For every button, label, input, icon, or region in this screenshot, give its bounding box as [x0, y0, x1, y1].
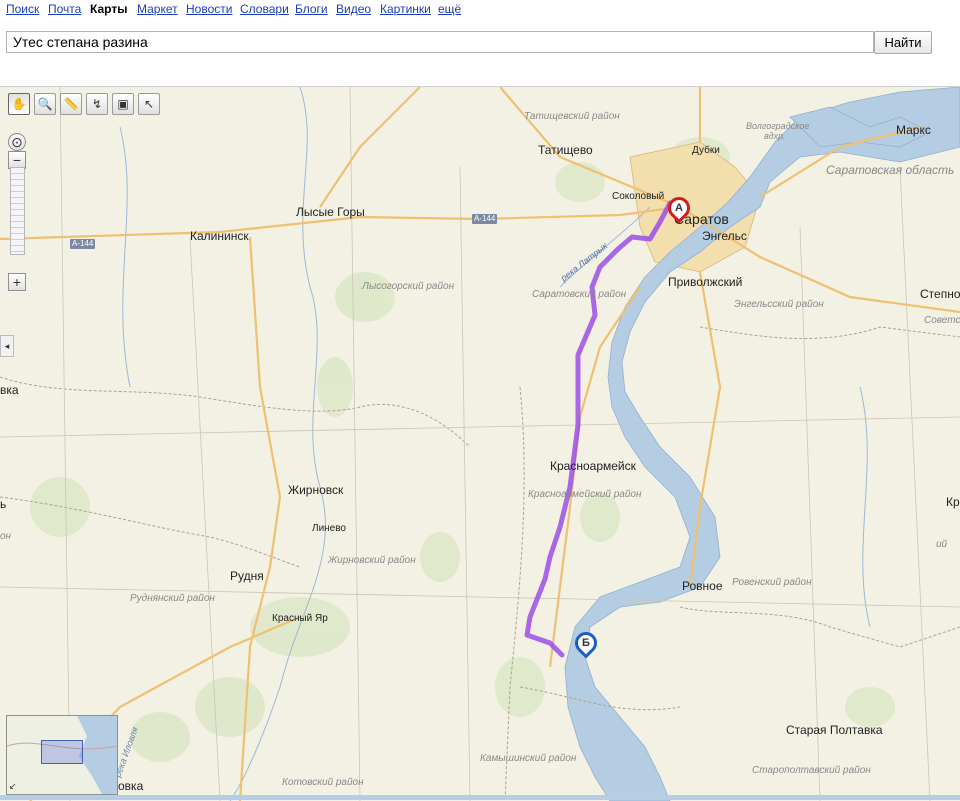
search-input[interactable] — [6, 31, 874, 53]
marker-b-label: Б — [582, 637, 590, 649]
region-label: Энгельсский район — [734, 299, 824, 310]
minimap-viewport-frame[interactable] — [41, 740, 83, 764]
region-label: Лысогорский район — [362, 281, 455, 292]
city-label: Красноармейск — [550, 459, 636, 473]
marker-a-label: А — [675, 202, 683, 214]
map-view[interactable]: Татищево Дубки Маркс Соколовый Саратов Э… — [0, 86, 960, 801]
city-label: Лысые Горы — [296, 205, 365, 219]
city-label: Рудня — [230, 569, 264, 583]
region-label: Волгоградское — [746, 121, 810, 131]
region-label: Руднянский район — [130, 593, 215, 604]
city-label: Энгельс — [702, 229, 747, 243]
city-label: Степно — [920, 287, 960, 301]
city-label: Старая Полтавка — [786, 723, 883, 737]
city-label: Соколовый — [612, 191, 665, 202]
traffic-tool-icon[interactable]: ▣ — [112, 93, 134, 115]
road-badge: A-144 — [70, 239, 96, 249]
nav-video[interactable]: Видео — [336, 2, 371, 16]
ruler-tool-icon[interactable]: 📏 — [60, 93, 82, 115]
road-badge: A-144 — [472, 214, 498, 224]
region-label: Котовский район — [282, 777, 364, 788]
city-label: Калининск — [190, 229, 249, 243]
region-label: Жирновский район — [328, 555, 416, 566]
region-label: ий — [936, 539, 948, 550]
nav-images[interactable]: Картинки — [380, 2, 431, 16]
city-label: Кр — [946, 495, 960, 509]
nav-maps[interactable]: Карты — [90, 2, 127, 16]
region-label: Ровенский район — [732, 577, 812, 588]
city-label: ь — [0, 497, 7, 511]
nav-more[interactable]: ещё — [438, 2, 461, 16]
map-canvas[interactable] — [0, 87, 960, 801]
region-label: Старополтавский район — [752, 765, 871, 776]
zoom-in-button[interactable]: + — [8, 273, 26, 291]
collapse-panel-icon[interactable]: ◂ — [0, 335, 14, 357]
city-label: Линево — [312, 523, 346, 534]
route-tool-icon[interactable]: ↯ — [86, 93, 108, 115]
top-navigation: Поиск Почта Карты Маркет Новости Словари… — [0, 0, 960, 22]
region-label: Камышинский район — [480, 753, 577, 764]
city-label: овка — [118, 779, 144, 793]
minimap-toggle-icon[interactable]: ↙ — [9, 781, 17, 792]
city-label: вка — [0, 383, 19, 397]
overview-minimap[interactable]: ↙ — [6, 715, 118, 795]
nav-dictionaries[interactable]: Словари — [240, 2, 289, 16]
locate-icon[interactable]: ⊙ — [8, 133, 26, 151]
city-label: Татищево — [538, 143, 593, 157]
taskbar-strip — [0, 795, 960, 800]
hand-tool-icon[interactable]: ✋ — [8, 93, 30, 115]
region-label: он — [0, 531, 12, 542]
city-label: Маркс — [896, 123, 931, 137]
select-tool-icon[interactable]: ↖ — [138, 93, 160, 115]
city-label: Красный Яр — [272, 613, 328, 624]
nav-blogs[interactable]: Блоги — [295, 2, 328, 16]
nav-news[interactable]: Новости — [186, 2, 232, 16]
city-label: Ровное — [682, 579, 723, 593]
minimap-water — [77, 716, 117, 794]
region-label: Саратовская область — [826, 163, 955, 177]
nav-mail[interactable]: Почта — [48, 2, 81, 16]
region-label: Саратовский район — [532, 289, 627, 300]
region-label: вдхр. — [764, 131, 786, 141]
region-label: Красноармейский район — [528, 489, 642, 500]
region-label: Татищевский район — [524, 111, 620, 122]
region-label: Советс — [924, 315, 960, 326]
nav-market[interactable]: Маркет — [137, 2, 178, 16]
nav-search[interactable]: Поиск — [6, 2, 39, 16]
zoom-slider[interactable] — [10, 167, 25, 255]
city-label: Приволжский — [668, 275, 743, 289]
search-button[interactable]: Найти — [874, 31, 932, 54]
magnifier-tool-icon[interactable]: 🔍 — [34, 93, 56, 115]
city-label: Жирновск — [288, 483, 344, 497]
city-label: Дубки — [692, 145, 720, 156]
